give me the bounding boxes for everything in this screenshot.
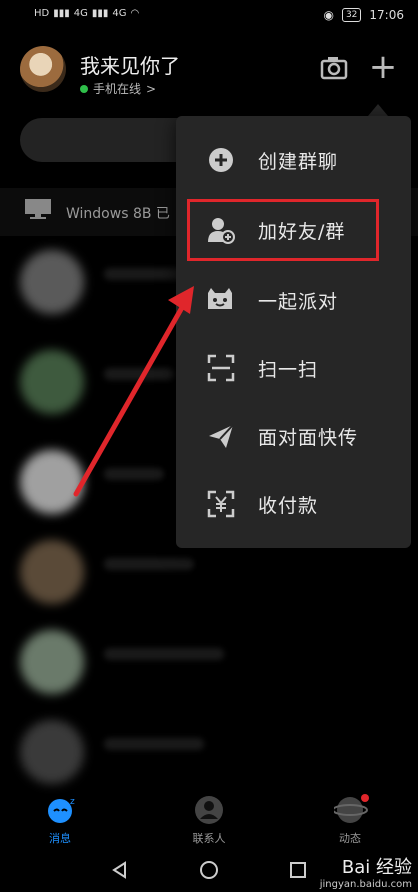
watermark-url: jingyan.baidu.com xyxy=(319,879,412,890)
home-icon[interactable] xyxy=(199,860,219,880)
tab-label: 消息 xyxy=(49,832,71,845)
svg-text:z: z xyxy=(70,797,75,807)
feed-icon xyxy=(334,794,369,823)
tab-label: 动态 xyxy=(339,832,361,845)
watermark-brand: Bai 经验 xyxy=(341,857,412,878)
baidu-watermark: Bai 经验 jingyan.baidu.com xyxy=(320,853,412,890)
recents-icon[interactable] xyxy=(288,860,308,880)
tab-feed[interactable]: 动态 xyxy=(300,790,400,848)
annotation-arrow xyxy=(73,286,194,497)
tab-bar: z 消息 联系人 动态 xyxy=(0,790,418,848)
tab-label: 联系人 xyxy=(192,832,226,845)
tab-messages[interactable]: z 消息 xyxy=(10,790,110,848)
tab-contacts[interactable]: 联系人 xyxy=(159,790,259,848)
messages-icon: z xyxy=(48,797,75,823)
back-icon[interactable] xyxy=(110,860,130,880)
contacts-icon xyxy=(195,796,223,824)
